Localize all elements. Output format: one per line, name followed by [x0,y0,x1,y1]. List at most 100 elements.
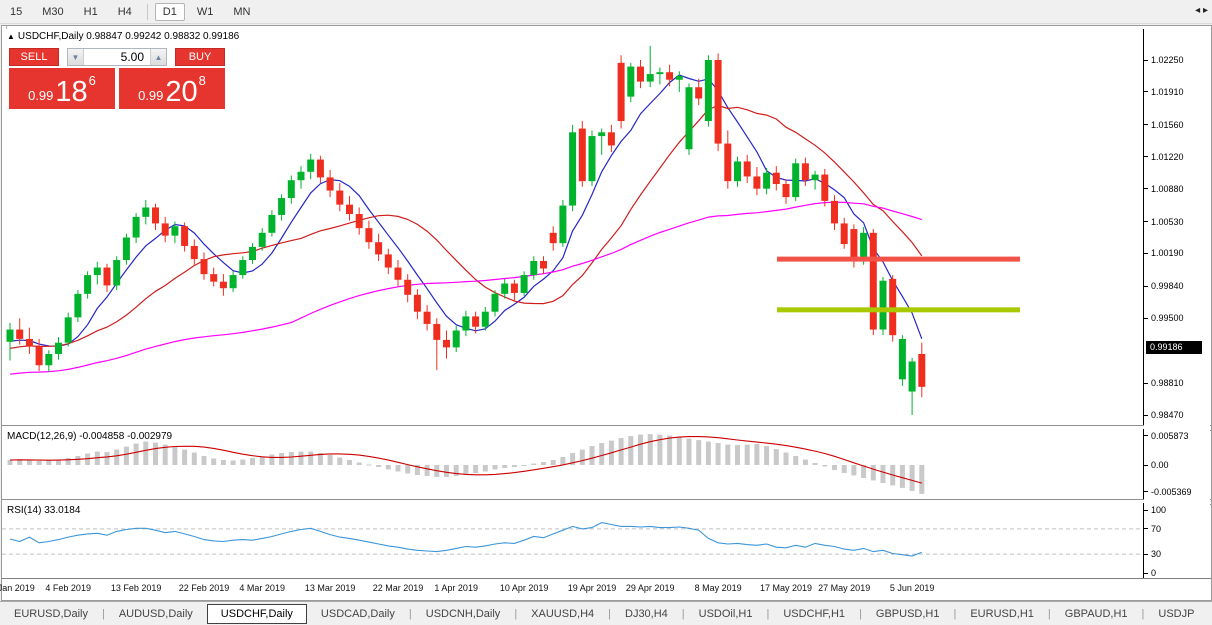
macd-histogram-bar [493,465,498,469]
bull-candle [94,268,101,276]
bull-candle [268,215,275,233]
timeframe-button-m30[interactable]: M30 [34,3,71,21]
bear-candle [918,354,925,387]
tab-eurusd-daily[interactable]: EURUSD,Daily [0,605,102,623]
bear-candle [36,346,43,365]
tab-usdchf-daily[interactable]: USDCHF,Daily [207,604,307,624]
tab-eurusd-h1[interactable]: EURUSD,H1 [956,605,1048,623]
tab-gbpaud-h1[interactable]: GBPAUD,H1 [1051,605,1142,623]
macd-histogram-bar [716,443,721,465]
macd-canvas[interactable] [2,429,1142,499]
timeframe-button-h1[interactable]: H1 [76,3,106,21]
macd-pane[interactable]: MACD(12,26,9) -0.004858 -0.002979 [2,429,1144,499]
macd-histogram-bar [502,465,507,468]
volume-input[interactable]: 5.00 [84,49,150,65]
collapse-triangle-icon[interactable]: ▲ [7,32,15,41]
price-axis: 1.022501.019101.015601.012201.008801.005… [1144,26,1210,598]
bull-candle [569,132,576,205]
axis-tick [1144,465,1148,466]
rsi-line [10,523,922,556]
macd-histogram-bar [512,465,517,467]
timeframe-button-h4[interactable]: H4 [110,3,140,21]
bear-candle [26,339,33,347]
bear-candle [540,261,547,269]
macd-histogram-bar [774,449,779,465]
timeframe-button-w1[interactable]: W1 [189,3,222,21]
current-price-tag: 0.99186 [1146,341,1202,354]
volume-increase-icon[interactable]: ▲ [150,49,166,65]
bull-candle [7,330,14,342]
bull-candle [899,339,906,379]
date-label: 4 Feb 2019 [45,583,91,593]
bear-candle [443,340,450,348]
axis-label: 0 [1151,568,1156,578]
macd-histogram-bar [900,465,905,488]
macd-histogram-bar [444,465,449,477]
bear-candle [404,280,411,295]
bear-candle [802,163,809,180]
macd-histogram-bar [822,465,827,466]
bull-candle [259,233,266,247]
tab-audusd-daily[interactable]: AUDUSD,Daily [105,605,207,623]
tab-gbpusd-h1[interactable]: GBPUSD,H1 [862,605,954,623]
bear-candle [210,274,217,282]
macd-histogram-bar [240,460,245,465]
support-line[interactable] [777,307,1020,312]
bull-candle [84,275,91,294]
buy-price-pips: 20 [165,76,197,109]
timeframe-button-mn[interactable]: MN [225,3,258,21]
rsi-pane[interactable]: RSI(14) 33.0184 [2,503,1144,578]
axis-tick [1144,253,1148,254]
date-label: 10 Apr 2019 [500,583,549,593]
tab-xauusd-h4[interactable]: XAUUSD,H4 [517,605,608,623]
quote-header: ▲USDCHF,Daily 0.98847 0.99242 0.98832 0.… [7,31,239,42]
sell-price-pipette: 6 [89,71,96,88]
bear-candle [715,60,722,144]
bear-candle [666,72,673,80]
bear-candle [889,279,896,335]
timeframe-button-d1[interactable]: D1 [155,3,185,21]
rsi-canvas[interactable] [2,503,1142,578]
tab-usdchf-h1[interactable]: USDCHF,H1 [769,605,859,623]
macd-histogram-bar [764,446,769,465]
axis-label: 1.01220 [1151,152,1184,162]
tab-usdjp[interactable]: USDJP [1144,605,1208,623]
date-label: 19 Apr 2019 [568,583,617,593]
tab-usdcnh-daily[interactable]: USDCNH,Daily [412,605,515,623]
sell-price-base: 0.99 [28,88,53,103]
sell-price-box[interactable]: 0.99 18 6 [9,68,115,109]
volume-decrease-icon[interactable]: ▼ [68,49,84,65]
axis-tick [1144,510,1148,511]
macd-histogram-bar [648,434,653,465]
bull-candle [492,294,499,312]
bear-candle [181,226,188,246]
axis-tick [1144,221,1148,222]
macd-histogram-bar [337,458,342,465]
macd-histogram-bar [560,457,565,465]
tab-usdoil-h1[interactable]: USDOil,H1 [685,605,767,623]
axis-tick [1144,573,1148,574]
tab-dj30-h4[interactable]: DJ30,H4 [611,605,682,623]
macd-histogram-bar [46,461,51,465]
sell-button[interactable]: SELL [9,48,59,66]
buy-button[interactable]: BUY [175,48,225,66]
macd-histogram-bar [250,458,255,465]
macd-histogram-bar [522,465,527,466]
buy-price-box[interactable]: 0.99 20 8 [119,68,225,109]
tab-scroll-arrows[interactable]: ◂ ▸ [1193,4,1210,17]
bear-candle [744,161,751,176]
bull-candle [792,163,799,197]
bear-candle [365,228,372,242]
resistance-line[interactable] [777,257,1020,262]
macd-histogram-bar [328,455,333,465]
axis-tick [1144,156,1148,157]
timeframe-button-15[interactable]: 15 [2,3,30,21]
bull-candle [482,312,489,327]
date-label: 22 Mar 2019 [373,583,424,593]
bull-candle [123,238,130,261]
macd-histogram-bar [628,436,633,465]
bull-candle [453,330,460,347]
tab-usdcad-daily[interactable]: USDCAD,Daily [307,605,409,623]
slow-ma-line [10,202,922,374]
bull-candle [288,180,295,198]
